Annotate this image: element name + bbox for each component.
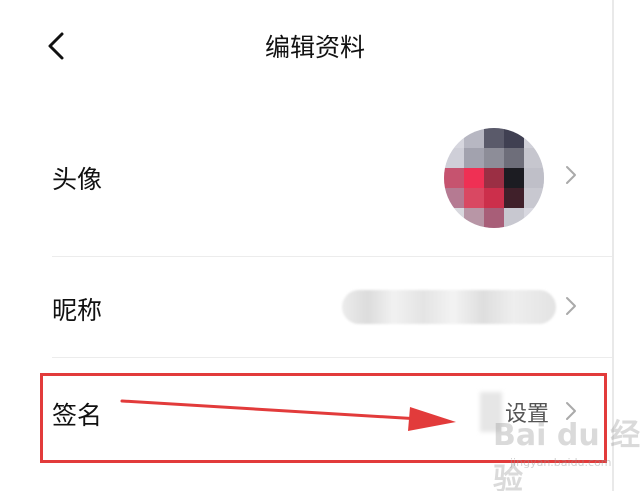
- page-title: 编辑资料: [264, 33, 365, 62]
- chevron-left-icon: [48, 32, 64, 60]
- annotation-arrow-icon: [120, 399, 456, 431]
- nickname-value-blurred: [342, 290, 556, 324]
- edit-profile-page: 编辑资料 头像 昵称 签名 设置 Bai du 经验 jingyan.baidu…: [0, 0, 644, 491]
- avatar-label: 头像: [52, 165, 103, 194]
- chevron-right-icon: [562, 162, 580, 188]
- nickname-label: 昵称: [52, 296, 103, 325]
- avatar[interactable]: [444, 128, 544, 228]
- back-button[interactable]: [40, 24, 76, 68]
- watermark: Bai du 经验: [493, 418, 641, 491]
- chevron-right-icon: [562, 293, 580, 319]
- watermark-sub: jingyan.baidu.com: [510, 456, 612, 469]
